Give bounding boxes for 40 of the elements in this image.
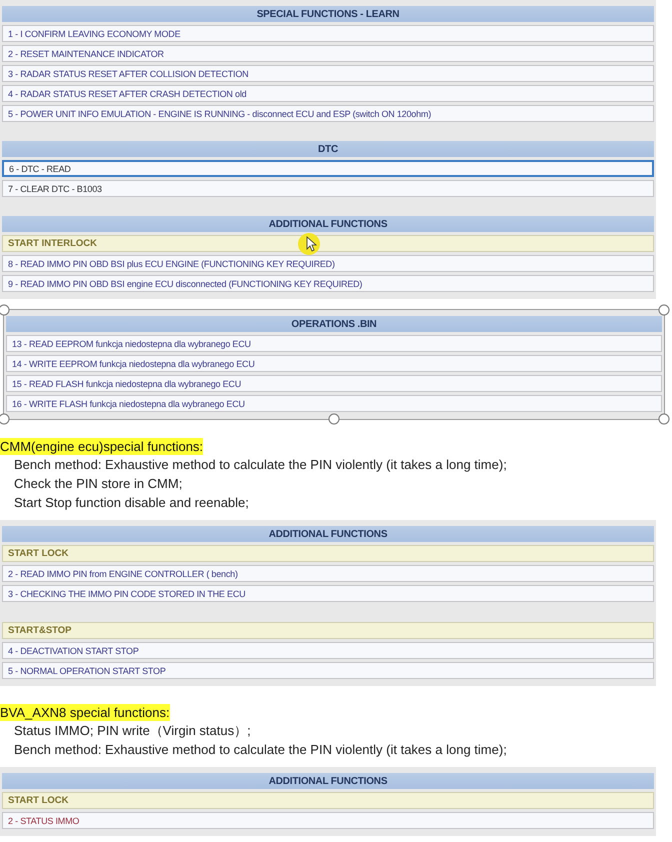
function-row[interactable]: 2 - STATUS IMMO <box>2 812 654 829</box>
function-row[interactable]: 4 - RADAR STATUS RESET AFTER CRASH DETECTION old <box>2 85 654 102</box>
resize-handle[interactable] <box>0 304 10 316</box>
function-row[interactable]: 8 - READ IMMO PIN OBD BSI plus ECU ENGINE (FUNCTIONING KEY REQUIRED) <box>2 255 654 272</box>
function-row[interactable]: 3 - CHECKING THE IMMO PIN CODE STORED IN THE ECU <box>2 585 654 602</box>
function-row[interactable]: 16 - WRITE FLASH funkcja niedostepna dla wybranego ECU <box>6 395 662 412</box>
function-row[interactable]: 15 - READ FLASH funkcja niedostepna dla wybranego ECU <box>6 375 662 392</box>
section-header: DTC <box>2 141 654 157</box>
note-line: Bench method: Exhaustive method to calculate the PIN violently (it takes a long time); <box>13 456 508 474</box>
function-row[interactable]: 13 - READ EEPROM funkcja niedostepna dla wybranego ECU <box>6 335 662 352</box>
note-line: Bench method: Exhaustive method to calculate the PIN violently (it takes a long time); <box>13 741 508 759</box>
group-label: START LOCK <box>2 792 654 809</box>
function-row[interactable]: 7 - CLEAR DTC - B1003 <box>2 180 654 197</box>
group-label: START LOCK <box>2 545 654 562</box>
section-header: ADDITIONAL FUNCTIONS <box>2 526 654 542</box>
section-header: ADDITIONAL FUNCTIONS <box>2 216 654 232</box>
section-header: OPERATIONS .BIN <box>6 316 662 332</box>
function-row[interactable]: 5 - POWER UNIT INFO EMULATION - ENGINE IS RUNNING - disconnect ECU and ESP (switch ON 120ohm) <box>2 105 654 122</box>
note-heading: CMM(engine ecu)special functions: <box>0 438 204 455</box>
function-row[interactable]: 4 - DEACTIVATION START STOP <box>2 642 654 659</box>
function-row[interactable]: 6 - DTC - READ <box>2 160 654 177</box>
function-row[interactable]: 9 - READ IMMO PIN OBD BSI engine ECU disconnected (FUNCTIONING KEY REQUIRED) <box>2 275 654 292</box>
function-row[interactable]: 1 - I CONFIRM LEAVING ECONOMY MODE <box>2 25 654 42</box>
section-header: ADDITIONAL FUNCTIONS <box>2 773 654 789</box>
function-row[interactable]: 2 - READ IMMO PIN from ENGINE CONTROLLER ( bench) <box>2 565 654 582</box>
group-label: START&STOP <box>2 622 654 639</box>
resize-handle[interactable] <box>658 414 670 424</box>
resize-handle[interactable] <box>658 304 670 316</box>
note-line: Start Stop function disable and reenable; <box>13 494 250 512</box>
note-line: Status IMMO; PIN write（Virgin status）; <box>13 722 252 740</box>
resize-handle[interactable] <box>0 414 10 424</box>
function-row[interactable]: 14 - WRITE EEPROM funkcja niedostepna dla wybranego ECU <box>6 355 662 372</box>
note-line: Check the PIN store in CMM; <box>13 475 184 493</box>
resize-handle[interactable] <box>328 414 340 424</box>
function-row[interactable]: 2 - RESET MAINTENANCE INDICATOR <box>2 45 654 62</box>
note-heading: BVA_AXN8 special functions: <box>0 704 170 721</box>
function-row[interactable]: 3 - RADAR STATUS RESET AFTER COLLISION DETECTION <box>2 65 654 82</box>
function-row[interactable]: 5 - NORMAL OPERATION START STOP <box>2 662 654 679</box>
section-header: SPECIAL FUNCTIONS - LEARN <box>2 6 654 22</box>
group-label: START INTERLOCK <box>2 235 654 252</box>
